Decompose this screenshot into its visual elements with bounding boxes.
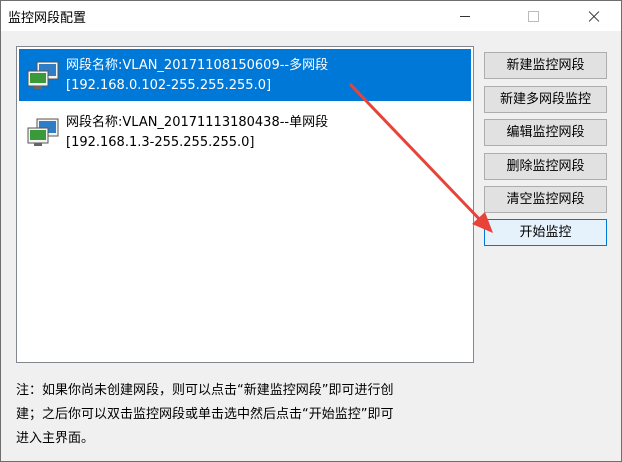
segment-list[interactable]: 网段名称:VLAN_20171108150609--多网段 [192.168.0… [16, 46, 474, 363]
segment-range: [192.168.0.102-255.255.255.0] [66, 78, 272, 93]
computer-icon [27, 61, 59, 89]
segment-name: 网段名称:VLAN_20171113180438--单网段 [66, 115, 329, 130]
new-monitor-segment-button[interactable]: 新建监控网段 [484, 52, 607, 79]
list-item[interactable]: 网段名称:VLAN_20171113180438--单网段 [192.168.1… [19, 106, 471, 158]
delete-segment-button[interactable]: 删除监控网段 [484, 153, 607, 180]
window-title: 监控网段配置 [8, 11, 87, 26]
clear-segments-button[interactable]: 清空监控网段 [484, 186, 607, 213]
edit-segment-button[interactable]: 编辑监控网段 [484, 119, 607, 146]
help-note: 注：如果你尚未创建网段，则可以点击“新建监控网段”即可进行创 建；之后你可以双击… [16, 383, 394, 446]
start-monitor-button[interactable]: 开始监控 [484, 219, 607, 246]
close-button[interactable] [569, 1, 615, 31]
minimize-button[interactable] [441, 1, 487, 31]
title-bar[interactable]: 监控网段配置 [1, 1, 621, 31]
list-item[interactable]: 网段名称:VLAN_20171108150609--多网段 [192.168.0… [19, 49, 471, 101]
computer-icon [27, 118, 59, 146]
config-dialog: 监控网段配置 网段名称:VLAN_20171108150609--多网段 [19… [0, 0, 622, 462]
new-multi-segment-button[interactable]: 新建多网段监控 [484, 86, 607, 113]
maximize-button [509, 1, 555, 31]
segment-name: 网段名称:VLAN_20171108150609--多网段 [66, 58, 329, 73]
segment-range: [192.168.1.3-255.255.255.0] [66, 135, 255, 150]
